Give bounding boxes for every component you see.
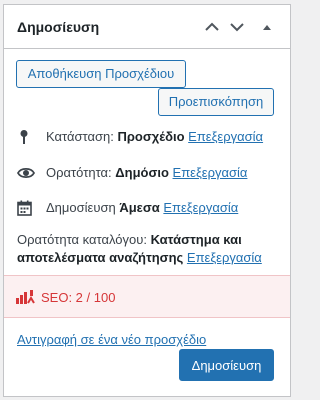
edit-visibility-link[interactable]: Επεξεργασία (173, 165, 248, 180)
seo-score-section: SEO: 2 / 100 (4, 275, 290, 318)
status-value: Προσχέδιο (117, 129, 185, 144)
panel-header: Δημοσίευση (4, 5, 290, 49)
visibility-label: Ορατότητα: (46, 165, 112, 180)
publish-panel: Δημοσίευση Αποθήκευση Προσχέδιου Προεπισ… (3, 4, 291, 397)
chevron-down-icon (230, 23, 244, 32)
publish-time-label: Δημοσίευση (46, 200, 116, 215)
chevron-up-icon (205, 22, 219, 31)
publish-button[interactable]: Δημοσίευση (179, 349, 274, 381)
save-draft-button[interactable]: Αποθήκευση Προσχέδιου (16, 60, 186, 88)
caret-up-icon (263, 25, 271, 30)
visibility-value: Δημόσιο (115, 165, 169, 180)
move-up-button[interactable] (201, 16, 223, 38)
copy-to-draft-link[interactable]: Αντιγραφή σε ένα νέο προσχέδιο (17, 332, 206, 347)
catalog-visibility: Ορατότητα καταλόγου: Κατάστημα και αποτε… (17, 231, 279, 267)
calendar-icon (17, 200, 32, 216)
move-down-button[interactable] (226, 16, 248, 38)
preview-button[interactable]: Προεπισκόπηση (158, 88, 274, 116)
publish-time-value: Άμεσα (119, 200, 160, 215)
status-label: Κατάσταση: (46, 129, 114, 144)
toggle-panel-button[interactable] (256, 16, 278, 38)
eye-icon (17, 167, 35, 179)
edit-catalog-link[interactable]: Επεξεργασία (187, 250, 262, 265)
edit-publish-time-link[interactable]: Επεξεργασία (163, 200, 238, 215)
seo-score-icon (16, 290, 35, 304)
pin-icon (20, 130, 28, 144)
catalog-label: Ορατότητα καταλόγου: (17, 232, 147, 247)
panel-title: Δημοσίευση (17, 19, 100, 35)
seo-score-text: SEO: 2 / 100 (41, 290, 116, 305)
edit-status-link[interactable]: Επεξεργασία (188, 129, 263, 144)
